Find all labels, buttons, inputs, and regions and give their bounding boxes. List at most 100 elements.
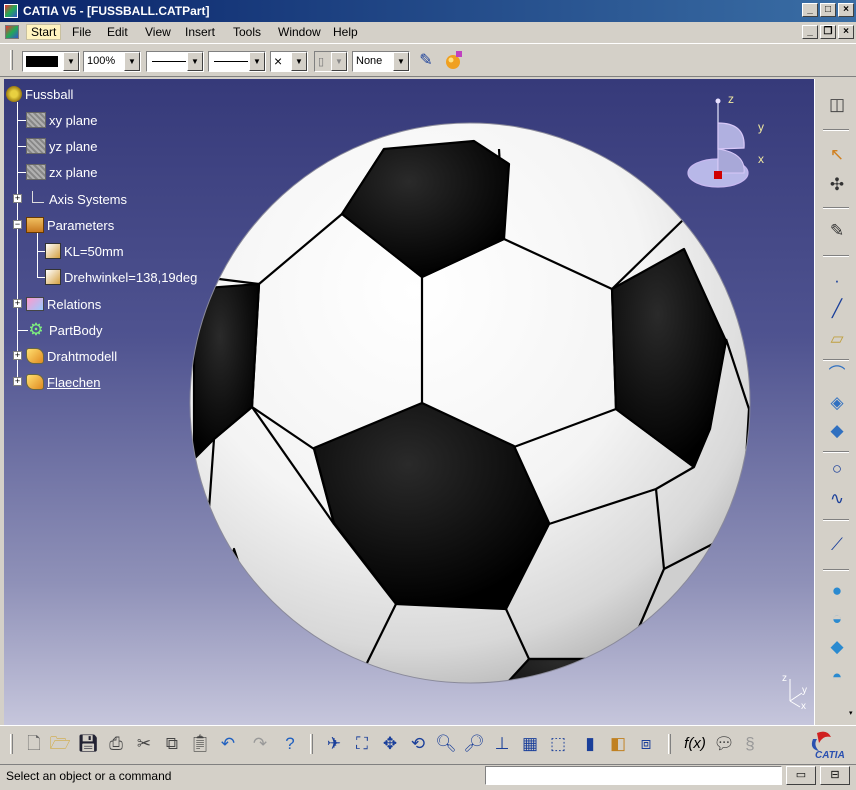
multi-view-icon[interactable]: ▦ (518, 732, 542, 756)
cut-icon[interactable]: ✂ (132, 732, 156, 756)
toolbar-grip[interactable] (10, 734, 13, 754)
normal-view-icon[interactable]: ⊥ (490, 732, 514, 756)
tree-node-drehwinkel-parameter[interactable]: Drehwinkel=138,19deg (45, 267, 197, 287)
tree-node-kl-parameter[interactable]: KL=50mm (45, 241, 124, 261)
chevron-down-icon[interactable]: ▼ (291, 52, 307, 71)
menu-view[interactable]: View (145, 25, 171, 39)
menu-start[interactable]: Start (26, 24, 62, 40)
offset-surface-icon[interactable]: ◒ (825, 607, 849, 631)
chevron-down-icon[interactable]: ▼ (124, 52, 140, 71)
menu-tools[interactable]: Tools (233, 25, 261, 39)
color-combo[interactable]: ▼ (22, 51, 80, 72)
catia-app-icon[interactable] (4, 4, 18, 18)
document-icon[interactable] (5, 25, 19, 39)
fit-all-icon[interactable]: ⛶ (350, 732, 374, 756)
expand-icon[interactable]: + (13, 299, 22, 308)
hide-show-icon[interactable]: ◧ (606, 732, 630, 756)
tree-node-relations[interactable]: Relations (26, 294, 101, 314)
tree-node-root[interactable]: Fussball (6, 84, 73, 104)
tree-node-zx-plane[interactable]: zx plane (26, 162, 97, 182)
maximize-button[interactable]: □ (820, 3, 836, 17)
open-file-icon[interactable]: 🗁 (48, 732, 72, 756)
circle-icon[interactable]: ○ (825, 457, 849, 481)
command-input[interactable] (485, 766, 782, 785)
menu-edit[interactable]: Edit (107, 25, 128, 39)
sphere-icon[interactable]: ● (825, 579, 849, 603)
transparency-combo[interactable]: 100% ▼ (83, 51, 141, 72)
compass-widget[interactable]: z y x (686, 93, 786, 193)
chevron-down-icon[interactable]: ▼ (187, 52, 203, 71)
extrude-surface-icon[interactable]: ⌒ (825, 363, 849, 387)
rendering-style-combo[interactable]: ▯ ▼ (314, 51, 348, 72)
rotate-icon[interactable]: ⟲ (406, 732, 430, 756)
line-thickness-combo[interactable]: ▼ (146, 51, 204, 72)
menu-window[interactable]: Window (278, 25, 321, 39)
expand-icon[interactable]: + (13, 194, 22, 203)
blend-surface-icon[interactable]: ◓ (825, 665, 849, 689)
apply-material-icon[interactable] (442, 49, 466, 73)
undo-icon[interactable]: ↶ (216, 732, 240, 756)
collapse-icon[interactable]: − (13, 220, 22, 229)
point-symbol-combo[interactable]: × ▼ (270, 51, 308, 72)
tree-node-partbody[interactable]: ⚙ PartBody (26, 320, 102, 340)
formula-icon[interactable]: f(x) (680, 732, 710, 756)
linetype-combo[interactable]: ▼ (208, 51, 266, 72)
doc-minimize-button[interactable]: _ (802, 25, 818, 39)
point-icon[interactable]: · (825, 269, 849, 293)
comment-icon[interactable]: 💬︎ (712, 732, 736, 756)
expand-icon[interactable]: + (13, 377, 22, 386)
copy-icon[interactable]: ⧉ (160, 732, 184, 756)
menu-file[interactable]: File (72, 25, 91, 39)
toolbar-grip[interactable] (668, 734, 671, 754)
snap-icon[interactable]: ✣ (825, 173, 849, 197)
redo-icon[interactable]: ↷ (248, 732, 272, 756)
menu-insert[interactable]: Insert (185, 25, 215, 39)
fill-surface-icon[interactable]: ◆ (825, 635, 849, 659)
zoom-out-icon[interactable]: 🔎︎ (462, 732, 486, 756)
spline-icon[interactable]: ∿ (825, 487, 849, 511)
painter-icon[interactable]: ✎ (414, 49, 438, 73)
knowledge-icon[interactable]: § (738, 732, 762, 756)
chevron-down-icon[interactable]: ▼ (249, 52, 265, 71)
plane-icon[interactable]: ▱ (825, 327, 849, 351)
sketch-edit-icon[interactable]: ✎ (825, 219, 849, 243)
line-icon[interactable]: ╱ (825, 297, 849, 321)
tree-node-yz-plane[interactable]: yz plane (26, 136, 97, 156)
iso-view-icon[interactable]: ⬚ (546, 732, 570, 756)
command-history-button[interactable]: ▭ (786, 766, 816, 785)
close-button[interactable]: × (838, 3, 854, 17)
command-cancel-button[interactable]: ⊟ (820, 766, 850, 785)
chevron-down-icon[interactable]: ▼ (331, 52, 347, 71)
toolbar-grip[interactable] (310, 734, 313, 754)
pan-icon[interactable]: ✥ (378, 732, 402, 756)
expand-icon[interactable]: + (13, 351, 22, 360)
save-icon[interactable]: 💾︎ (76, 732, 100, 756)
law-icon[interactable]: ⟋ (825, 533, 849, 557)
minimize-button[interactable]: _ (802, 3, 818, 17)
fly-mode-icon[interactable]: ✈ (322, 732, 346, 756)
chevron-down-icon[interactable]: ▼ (63, 52, 79, 71)
swap-space-icon[interactable]: ⧈ (634, 732, 658, 756)
chevron-down-icon[interactable]: ▼ (393, 52, 409, 71)
new-file-icon[interactable]: 🗋 (22, 732, 46, 756)
doc-restore-button[interactable]: ❐ (820, 25, 836, 39)
tree-node-drahtmodell[interactable]: Drahtmodell (26, 346, 117, 366)
tree-node-flaechen[interactable]: Flaechen (26, 372, 100, 392)
toolbar-overflow-icon[interactable]: ▾ (849, 709, 853, 717)
sketcher-icon[interactable]: ◫ (825, 93, 849, 117)
select-arrow-icon[interactable]: ↖ (825, 143, 849, 167)
menu-help[interactable]: Help (333, 25, 358, 39)
zoom-in-icon[interactable]: 🔍︎ (434, 732, 458, 756)
shading-icon[interactable]: ▮ (578, 732, 602, 756)
tree-node-axis-systems[interactable]: Axis Systems (26, 189, 127, 209)
whats-this-icon[interactable]: ? (278, 732, 302, 756)
toolbar-grip[interactable] (10, 50, 13, 70)
tree-node-parameters[interactable]: Parameters (26, 215, 114, 235)
paste-icon[interactable]: 📋︎ (188, 732, 212, 756)
layer-combo[interactable]: None ▼ (352, 51, 410, 72)
tree-node-xy-plane[interactable]: xy plane (26, 110, 97, 130)
print-icon[interactable]: ⎙ (104, 732, 128, 756)
doc-close-button[interactable]: × (838, 25, 854, 39)
multi-section-surface-icon[interactable]: ◆ (825, 419, 849, 443)
sweep-surface-icon[interactable]: ◈ (825, 391, 849, 415)
